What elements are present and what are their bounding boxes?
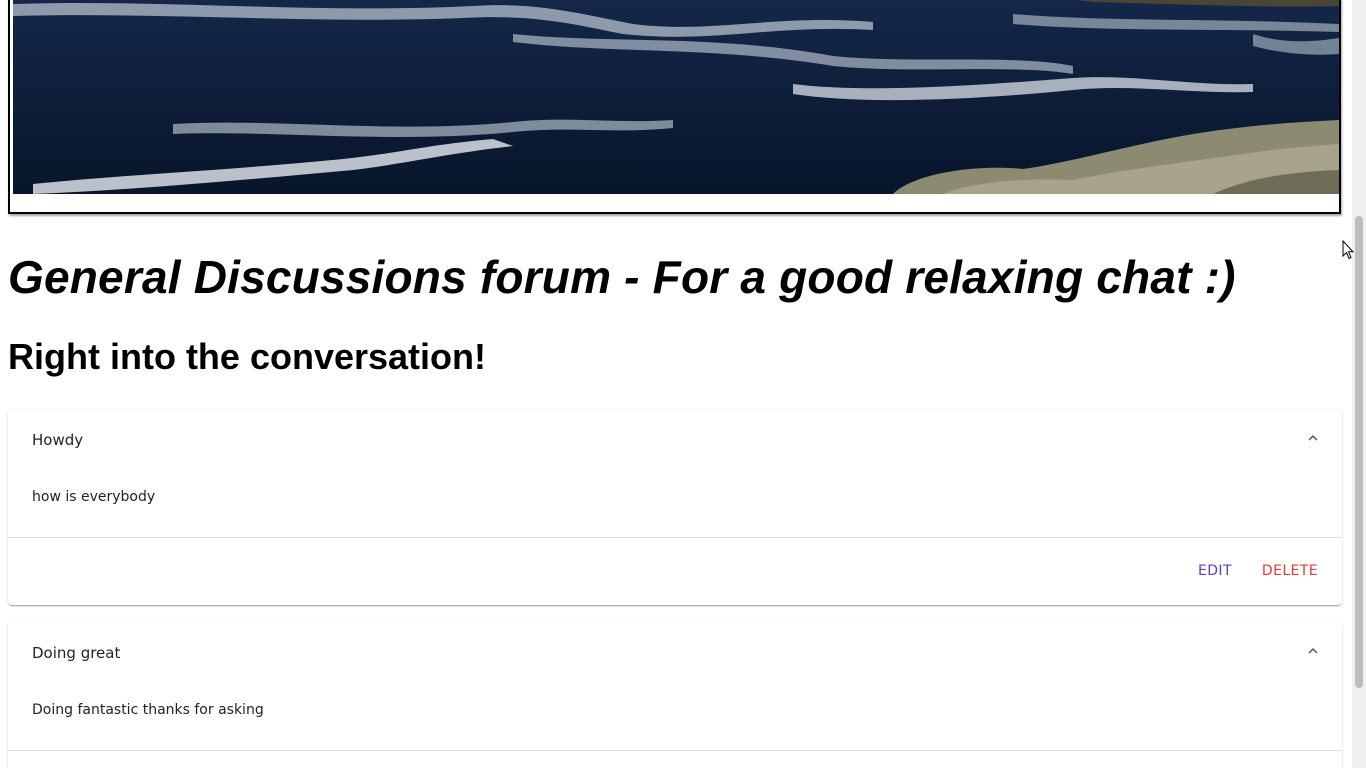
divider [8, 750, 1342, 751]
divider [8, 537, 1342, 538]
post-card: Doing great Doing fantastic thanks for a… [8, 622, 1342, 768]
chevron-up-icon[interactable] [1304, 642, 1322, 660]
post-body: Doing fantastic thanks for asking [32, 702, 264, 718]
chevron-up-icon[interactable] [1304, 429, 1322, 447]
forum-page: General Discussions forum - For a good r… [0, 0, 1352, 768]
post-title: Doing great [32, 644, 121, 662]
post-title: Howdy [32, 431, 84, 449]
page-subtitle: Right into the conversation! [8, 336, 487, 377]
post-body: how is everybody [32, 489, 156, 505]
edit-button[interactable]: EDIT [1186, 561, 1244, 581]
mouse-pointer-icon [1342, 240, 1354, 260]
page-scrollbar[interactable] [1352, 0, 1366, 768]
scrollbar-thumb[interactable] [1355, 216, 1363, 688]
banner-frame [8, 0, 1341, 214]
post-card: Howdy how is everybody EDIT DELETE [8, 409, 1342, 605]
post-actions: EDIT DELETE [1186, 561, 1330, 581]
delete-button[interactable]: DELETE [1250, 561, 1330, 581]
banner-image [13, 0, 1339, 194]
page-title: General Discussions forum - For a good r… [8, 251, 1236, 303]
